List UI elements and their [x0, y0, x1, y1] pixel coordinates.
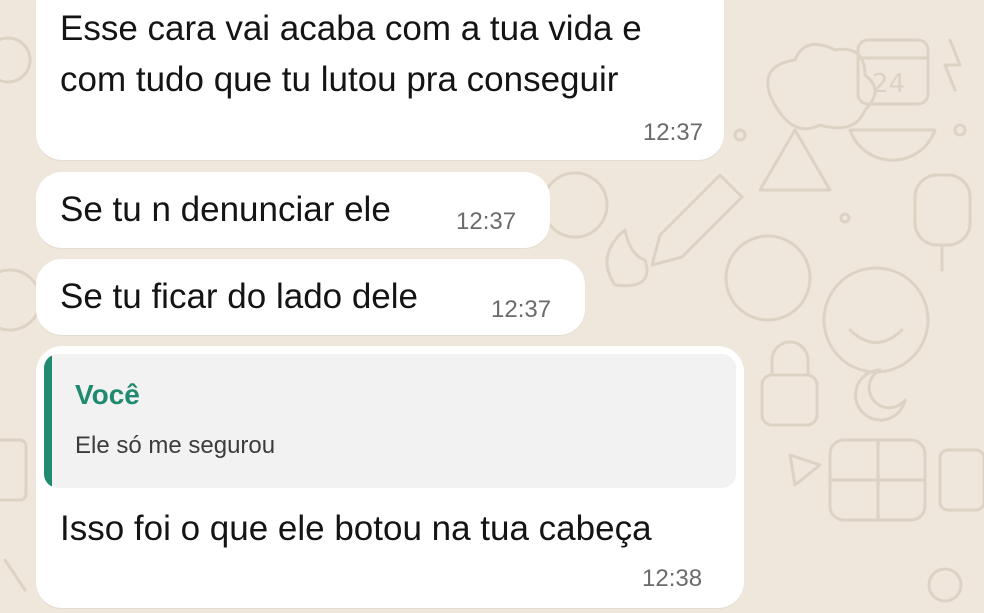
message-bubble[interactable]: Se tu ficar do lado dele 12:37 [36, 259, 585, 335]
flame-doodle [605, 228, 649, 288]
paw-doodle [927, 567, 963, 603]
quoted-author: Você [75, 379, 140, 410]
message-text: Esse cara vai acaba com a tua vida e [60, 9, 642, 48]
message-bubble[interactable]: Esse cara vai acaba com a tua vida e com… [36, 0, 724, 160]
message-timestamp: 12:37 [456, 208, 517, 235]
pencil-doodle [650, 173, 744, 267]
ball-doodle [541, 171, 609, 239]
moon-doodle [854, 368, 907, 422]
smiley-doodle [822, 266, 930, 374]
message-text: Isso foi o que ele botou na tua cabeça [60, 509, 652, 548]
message-text: Se tu ficar do lado dele [60, 277, 419, 316]
message-timestamp: 12:37 [642, 119, 703, 146]
message-text: com tudo que tu lutou pra conseguir [60, 60, 619, 99]
watermelon-doodle [848, 128, 937, 162]
lock-doodle [760, 373, 819, 427]
message-bubble[interactable]: Se tu n denunciar ele 12:37 [36, 172, 550, 248]
mountain-doodle [758, 128, 832, 192]
message-timestamp: 12:38 [642, 565, 703, 592]
message-timestamp: 12:37 [491, 296, 552, 323]
quoted-message[interactable]: Você Ele só me segurou [44, 354, 736, 488]
quote-accent-bar [44, 354, 52, 488]
svg-text:24: 24 [872, 69, 905, 99]
quoted-text: Ele só me segurou [75, 432, 276, 459]
message-text: Se tu n denunciar ele [60, 190, 391, 229]
heart-face-doodle [724, 234, 812, 322]
popsicle-doodle [913, 173, 972, 247]
send-doodle [788, 453, 822, 487]
